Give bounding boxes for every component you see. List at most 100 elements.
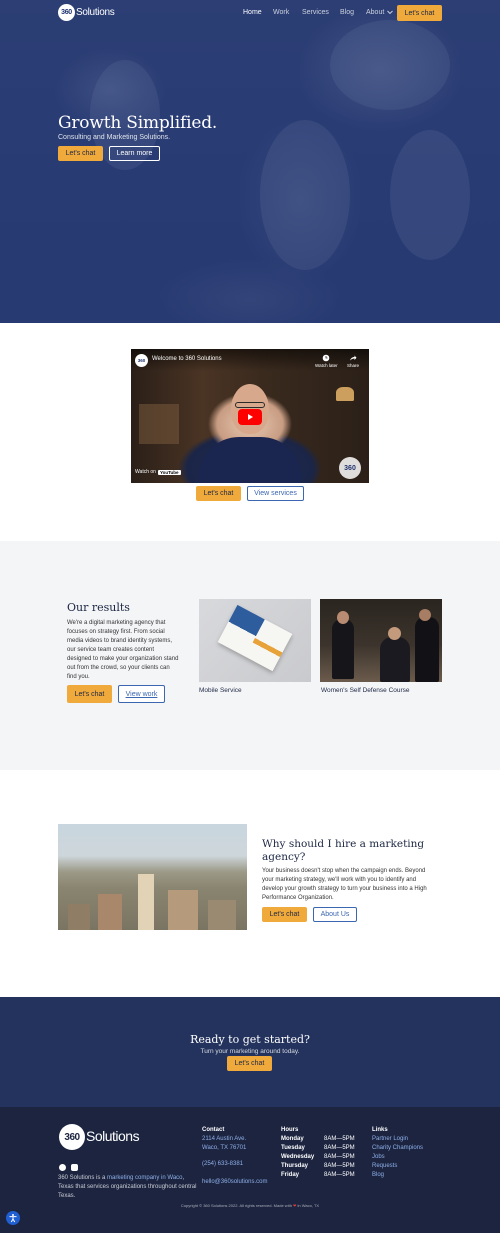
nav-home[interactable]: Home <box>243 9 262 16</box>
hours-heading: Hours <box>281 1127 299 1133</box>
hours-time: 8AM—5PM <box>324 1154 355 1160</box>
mobile-service-label[interactable]: Mobile Service <box>199 687 242 694</box>
logo-mark: 360 <box>58 4 75 21</box>
logo-word: Solutions <box>76 7 115 18</box>
cta-lets-chat-button[interactable]: Let's chat <box>227 1056 272 1071</box>
photo-person <box>415 617 439 682</box>
results-lets-chat-button[interactable]: Let's chat <box>67 685 112 703</box>
copyright-suffix: in Waco, TX <box>297 1203 320 1208</box>
hours-time: 8AM—5PM <box>324 1136 355 1142</box>
video-title[interactable]: Welcome to 360 Solutions <box>152 356 222 362</box>
watch-on-label: Watch on <box>135 469 156 475</box>
video-bookshelf <box>139 404 179 444</box>
nav-services[interactable]: Services <box>302 9 329 16</box>
hours-day: Friday <box>281 1172 300 1178</box>
phone-link[interactable]: (254) 633-8381 <box>202 1161 243 1167</box>
cta-title: Ready to get started? <box>190 1033 310 1046</box>
hero-title: Growth Simplified. <box>58 113 218 133</box>
video-lamp <box>336 387 354 401</box>
heart-icon: ❤ <box>293 1203 297 1208</box>
view-work-button[interactable]: View work <box>118 685 165 703</box>
accessibility-icon[interactable] <box>6 1211 20 1225</box>
footer-link-partner-login[interactable]: Partner Login <box>372 1136 408 1142</box>
links-heading: Links <box>372 1127 388 1133</box>
share-icon <box>350 355 357 361</box>
copyright: Copyright © 360 Solutions 2022. All righ… <box>0 1203 500 1208</box>
footer-about-text: 360 Solutions is a marketing company in … <box>58 1174 198 1201</box>
video-person-body <box>199 437 301 483</box>
hero-learn-more-button[interactable]: Learn more <box>109 146 160 161</box>
share-button[interactable]: Share <box>347 354 359 368</box>
accessibility-glyph <box>9 1214 17 1223</box>
video-channel-avatar[interactable]: 360 <box>135 354 148 367</box>
address-line-1[interactable]: 2114 Austin Ave. <box>202 1136 246 1142</box>
photo-building <box>168 890 198 930</box>
play-button[interactable] <box>238 409 262 425</box>
photo-person-head <box>337 611 349 624</box>
hours-time: 8AM—5PM <box>324 1163 355 1169</box>
nav-about[interactable]: About <box>366 9 394 16</box>
video-watermark: 360 <box>339 457 361 479</box>
brochure-graphic <box>217 604 293 672</box>
nav-about-label: About <box>366 9 385 16</box>
cta-subtitle: Turn your marketing around today. <box>200 1048 300 1055</box>
watch-on-youtube-link[interactable]: Watch on YouTube <box>135 469 181 475</box>
video-player[interactable]: 360 Welcome to 360 Solutions Watch later… <box>131 349 369 483</box>
photo-person-head <box>419 609 431 621</box>
footer-about-prefix: 360 Solutions is a <box>58 1175 108 1181</box>
hero-lets-chat-button[interactable]: Let's chat <box>58 146 103 161</box>
footer-link-requests[interactable]: Requests <box>372 1163 397 1169</box>
watch-later-button[interactable]: Watch later <box>315 354 338 368</box>
footer-link-blog[interactable]: Blog <box>372 1172 384 1178</box>
video-person-glasses <box>235 402 265 408</box>
hero-section: 360 Solutions Home Work Services Blog Ab… <box>0 0 500 323</box>
marketing-company-link[interactable]: marketing company in Waco <box>107 1175 182 1181</box>
photo-person-head <box>388 627 401 640</box>
share-label: Share <box>347 363 360 368</box>
photo-person <box>380 637 410 682</box>
footer-logo-mark[interactable]: 360 <box>59 1124 85 1150</box>
hero-subtitle: Consulting and Marketing Solutions. <box>58 134 171 141</box>
why-title: Why should I hire a marketing agency? <box>262 838 425 863</box>
waco-aerial-image <box>58 824 247 930</box>
hero-overlay <box>0 0 500 323</box>
footer-link-jobs[interactable]: Jobs <box>372 1154 385 1160</box>
footer-logo-word[interactable]: Solutions <box>86 1128 140 1144</box>
photo-person <box>332 619 354 679</box>
site-logo[interactable]: 360 Solutions <box>58 4 115 21</box>
nav-blog[interactable]: Blog <box>340 9 354 16</box>
self-defense-course-image[interactable] <box>320 599 442 682</box>
clock-icon <box>322 354 330 362</box>
youtube-logo: YouTube <box>157 469 181 475</box>
results-title: Our results <box>67 601 130 614</box>
photo-building <box>68 904 90 930</box>
why-lets-chat-button[interactable]: Let's chat <box>262 907 307 922</box>
page: 360 Solutions Home Work Services Blog Ab… <box>0 0 500 1233</box>
photo-building <box>208 900 236 930</box>
instagram-icon[interactable] <box>71 1164 78 1177</box>
hours-time: 8AM—5PM <box>324 1145 355 1151</box>
why-body: Your business doesn't stop when the camp… <box>262 868 427 901</box>
chevron-down-icon <box>387 10 394 14</box>
mobile-service-image[interactable] <box>199 599 311 682</box>
view-services-button[interactable]: View services <box>247 486 304 501</box>
address-line-2[interactable]: Waco, TX 76701 <box>202 1145 246 1151</box>
video-lets-chat-button[interactable]: Let's chat <box>196 486 241 501</box>
photo-building <box>98 894 122 930</box>
copyright-prefix: Copyright © 360 Solutions 2022. All righ… <box>180 1203 292 1208</box>
site-footer: 360 Solutions 360 Solutions is a marketi… <box>0 1107 500 1233</box>
hours-time: 8AM—5PM <box>324 1172 355 1178</box>
results-body: We're a digital marketing agency that fo… <box>67 620 179 680</box>
nav-lets-chat-button[interactable]: Let's chat <box>397 5 442 21</box>
results-section: Our results We're a digital marketing ag… <box>0 541 500 770</box>
hours-day: Wednesday <box>281 1154 315 1160</box>
self-defense-course-label[interactable]: Women's Self Defense Course <box>321 687 410 694</box>
facebook-icon[interactable] <box>59 1164 66 1177</box>
watch-later-label: Watch later <box>315 363 338 368</box>
contact-heading: Contact <box>202 1127 225 1133</box>
nav-work[interactable]: Work <box>273 9 289 16</box>
hours-day: Tuesday <box>281 1145 305 1151</box>
about-us-button[interactable]: About Us <box>313 907 357 922</box>
footer-link-charity-champions[interactable]: Charity Champions <box>372 1145 423 1151</box>
email-link[interactable]: hello@360solutions.com <box>202 1179 267 1185</box>
